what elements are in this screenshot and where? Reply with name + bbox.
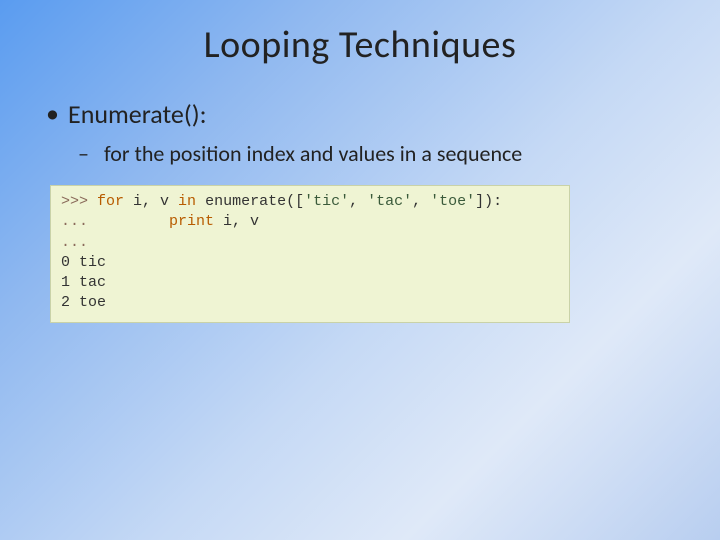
str-tic: 'tic' [304, 193, 349, 210]
code-line-1: >>> for i, v in enumerate(['tic', 'tac',… [61, 192, 559, 212]
code-block: >>> for i, v in enumerate(['tic', 'tac',… [50, 185, 570, 323]
prompt-cont: ... [61, 213, 97, 230]
bullet-enumerate: Enumerate(): [68, 98, 720, 130]
output-line-3: 2 toe [61, 293, 559, 313]
code-text: i, v [214, 213, 259, 230]
bullet-description: for the position index and values in a s… [104, 140, 720, 167]
slide-title: Looping Techniques [0, 0, 720, 68]
prompt-cont: ... [61, 234, 88, 251]
slide-content: Enumerate(): for the position index and … [0, 68, 720, 167]
kw-for: for [97, 193, 124, 210]
output-line-2: 1 tac [61, 273, 559, 293]
output-line-1: 0 tic [61, 253, 559, 273]
code-text: , [412, 193, 430, 210]
prompt: >>> [61, 193, 97, 210]
code-line-3: ... [61, 233, 559, 253]
code-text: , [349, 193, 367, 210]
code-text: ]): [475, 193, 502, 210]
code-line-2: ... print i, v [61, 212, 559, 232]
kw-print: print [169, 213, 214, 230]
str-tac: 'tac' [367, 193, 412, 210]
slide: Looping Techniques Enumerate(): for the … [0, 0, 720, 540]
kw-in: in [178, 193, 196, 210]
indent [97, 213, 169, 230]
str-toe: 'toe' [430, 193, 475, 210]
code-text: enumerate([ [196, 193, 304, 210]
code-text: i, v [124, 193, 178, 210]
